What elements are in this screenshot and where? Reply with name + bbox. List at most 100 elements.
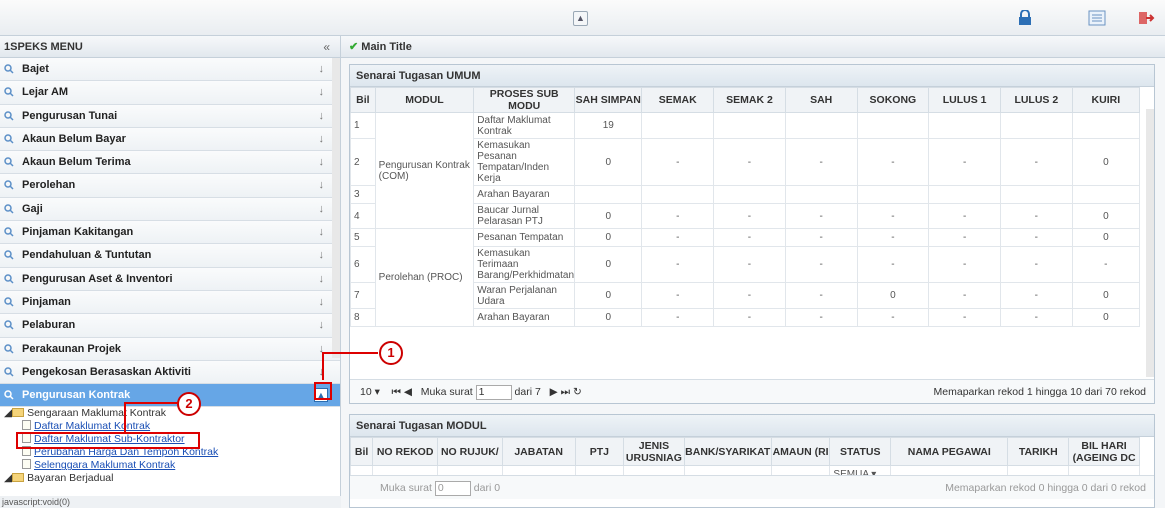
value-cell[interactable]: -: [928, 282, 1001, 309]
sidebar-item[interactable]: Gaji ↓: [0, 197, 340, 222]
value-cell[interactable]: 0: [574, 308, 643, 327]
value-cell[interactable]: [928, 112, 1001, 139]
lock-icon[interactable]: [1016, 10, 1034, 26]
value-cell[interactable]: -: [713, 138, 786, 186]
value-cell[interactable]: -: [999, 228, 1073, 247]
page-input[interactable]: 0: [434, 480, 471, 496]
value-cell[interactable]: -: [641, 203, 715, 229]
value-cell[interactable]: [713, 112, 786, 139]
sidebar-item[interactable]: Pinjaman ↓: [0, 290, 340, 315]
value-cell[interactable]: 0: [1071, 282, 1141, 309]
value-cell[interactable]: -: [641, 282, 715, 309]
sidebar-scrollbar[interactable]: [332, 58, 340, 358]
list-icon[interactable]: [1088, 10, 1106, 26]
value-cell[interactable]: -: [641, 246, 715, 283]
chevron-down-icon[interactable]: ↓: [319, 221, 325, 243]
next-page-icon[interactable]: ▶: [550, 386, 558, 398]
value-cell[interactable]: [641, 112, 715, 139]
value-cell[interactable]: -: [784, 138, 858, 186]
value-cell[interactable]: -: [856, 138, 930, 186]
value-cell[interactable]: -: [713, 246, 786, 283]
value-cell[interactable]: -: [713, 203, 786, 229]
value-cell[interactable]: -: [784, 282, 858, 309]
collapse-header-button[interactable]: ▲: [573, 11, 588, 26]
value-cell[interactable]: -: [856, 203, 930, 229]
prev-page-icon[interactable]: ◀: [404, 386, 412, 398]
value-cell[interactable]: 0: [856, 282, 930, 309]
tree-item-selenggara[interactable]: Selenggara Maklumat Kontrak: [4, 459, 340, 472]
value-cell[interactable]: -: [641, 308, 715, 327]
value-cell[interactable]: [1071, 112, 1141, 139]
tree-folder-sengaraan[interactable]: ◢ Sengaraan Maklumat Kontrak: [4, 407, 340, 420]
value-cell[interactable]: -: [928, 203, 1001, 229]
sidebar-item[interactable]: Perakaunan Projek ↓: [0, 337, 340, 361]
chevron-down-icon[interactable]: ↓: [319, 244, 325, 266]
value-cell[interactable]: [574, 185, 643, 204]
sidebar-item[interactable]: Pendahuluan & Tuntutan ↓: [0, 244, 340, 268]
value-cell[interactable]: -: [856, 308, 930, 327]
chevron-down-icon[interactable]: ↓: [319, 128, 325, 150]
sidebar-item[interactable]: Pengurusan Aset & Inventori ↓: [0, 267, 340, 291]
value-cell[interactable]: -: [713, 228, 786, 247]
chevron-down-icon[interactable]: ↓: [319, 291, 325, 313]
value-cell[interactable]: -: [784, 228, 858, 247]
value-cell[interactable]: -: [928, 138, 1001, 186]
value-cell[interactable]: 0: [574, 203, 643, 229]
sidebar-collapse-icon[interactable]: «: [323, 36, 330, 58]
tree-folder-bayaran[interactable]: ◢ Bayaran Berjadual: [4, 472, 340, 485]
value-cell[interactable]: -: [784, 203, 858, 229]
chevron-down-icon[interactable]: ↓: [319, 151, 325, 173]
first-page-icon[interactable]: ⏮: [392, 386, 401, 398]
chevron-down-icon[interactable]: ↓: [319, 314, 325, 336]
sidebar-item[interactable]: Akaun Belum Terima ↓: [0, 151, 340, 175]
value-cell[interactable]: -: [999, 282, 1073, 309]
sidebar-item[interactable]: Pelaburan ↓: [0, 314, 340, 338]
page-input[interactable]: 1: [475, 384, 512, 400]
value-cell[interactable]: -: [999, 138, 1073, 186]
chevron-down-icon[interactable]: ↓: [319, 58, 325, 80]
last-page-icon[interactable]: ⏭: [561, 386, 570, 398]
chevron-down-icon[interactable]: ↓: [319, 268, 325, 290]
value-cell[interactable]: 0: [574, 282, 643, 309]
value-cell[interactable]: -: [713, 282, 786, 309]
value-cell[interactable]: 0: [1071, 308, 1141, 327]
value-cell[interactable]: [856, 185, 930, 204]
sidebar-item[interactable]: Pengurusan Tunai ↓: [0, 104, 340, 128]
value-cell[interactable]: [999, 185, 1073, 204]
value-cell[interactable]: [641, 185, 715, 204]
value-cell[interactable]: -: [999, 308, 1073, 327]
value-cell[interactable]: -: [999, 203, 1073, 229]
value-cell[interactable]: -: [999, 246, 1073, 283]
value-cell[interactable]: 0: [574, 246, 643, 283]
value-cell[interactable]: [856, 112, 930, 139]
chevron-down-icon[interactable]: ↓: [319, 105, 325, 127]
value-cell[interactable]: -: [1071, 246, 1141, 283]
value-cell[interactable]: [784, 112, 858, 139]
umum-scrollbar[interactable]: [1146, 109, 1154, 377]
sidebar-item[interactable]: Akaun Belum Bayar ↓: [0, 127, 340, 152]
value-cell[interactable]: -: [784, 308, 858, 327]
value-cell[interactable]: -: [856, 246, 930, 283]
page-size-select[interactable]: 10: [360, 386, 372, 398]
value-cell[interactable]: -: [928, 308, 1001, 327]
value-cell[interactable]: -: [784, 246, 858, 283]
sidebar-item[interactable]: Pengekosan Berasaskan Aktiviti↓: [0, 360, 340, 385]
chevron-down-icon[interactable]: ↓: [319, 81, 325, 103]
value-cell[interactable]: -: [641, 228, 715, 247]
value-cell[interactable]: [1071, 185, 1141, 204]
value-cell[interactable]: 0: [1071, 138, 1141, 186]
sidebar-item[interactable]: Lejar AM ↓: [0, 81, 340, 105]
chevron-down-icon[interactable]: ↓: [319, 174, 325, 196]
sidebar-item[interactable]: Bajet ↓: [0, 58, 340, 82]
value-cell[interactable]: -: [713, 308, 786, 327]
value-cell[interactable]: -: [856, 228, 930, 247]
sidebar-item[interactable]: Perolehan ↓: [0, 174, 340, 198]
value-cell[interactable]: [713, 185, 786, 204]
value-cell[interactable]: [784, 185, 858, 204]
value-cell[interactable]: [999, 112, 1073, 139]
chevron-down-icon[interactable]: ↓: [319, 198, 325, 220]
sidebar-item[interactable]: Pinjaman Kakitangan ↓: [0, 221, 340, 245]
value-cell[interactable]: 0: [574, 228, 643, 247]
value-cell[interactable]: [928, 185, 1001, 204]
value-cell[interactable]: 0: [1071, 228, 1141, 247]
